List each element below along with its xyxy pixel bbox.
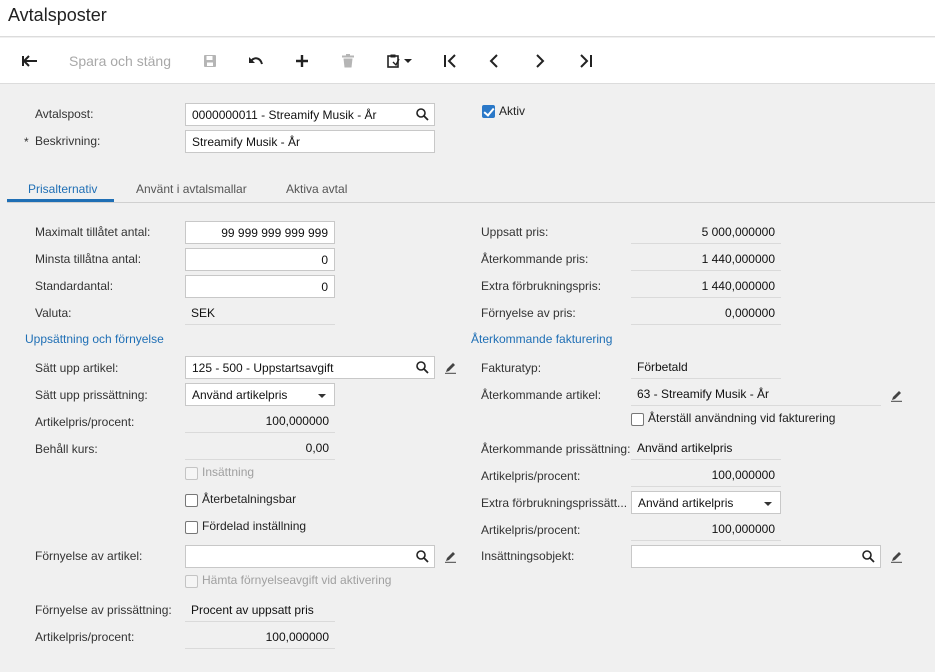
- active-tab-indicator: [7, 199, 114, 202]
- deposit-object-label: Insättningsobjekt:: [481, 549, 575, 563]
- extra-usage-pricing-value: Använd artikelpris: [638, 495, 734, 510]
- deposit-label: Insättning: [202, 465, 255, 479]
- search-icon[interactable]: [416, 550, 429, 566]
- renewal-pricing-label: Förnyelse av prissättning:: [35, 603, 172, 617]
- min-qty-field[interactable]: 0: [185, 248, 335, 271]
- renewal-fee-checkbox[interactable]: [185, 575, 198, 588]
- currency-value: SEK: [185, 302, 335, 325]
- active-checkbox[interactable]: [482, 105, 495, 118]
- currency-label: Valuta:: [35, 306, 72, 320]
- keep-rate-value: 0,00: [185, 437, 335, 460]
- trash-icon[interactable]: [334, 46, 362, 76]
- back-arrow-icon[interactable]: [16, 46, 44, 76]
- recurring-pct-value: 100,000000: [631, 464, 781, 487]
- tab-used-in-templates[interactable]: Använt i avtalsmallar: [136, 182, 247, 196]
- contract-item-label: Avtalspost:: [35, 107, 94, 121]
- renewal-pct-label: Artikelpris/procent:: [35, 630, 135, 644]
- active-label: Aktiv: [499, 104, 526, 118]
- max-qty-label: Maximalt tillåtet antal:: [35, 225, 151, 239]
- recurring-billing-section: Återkommande fakturering: [471, 332, 613, 346]
- save-and-close-label: Spara och stäng: [69, 53, 171, 69]
- edit-pencil-icon[interactable]: [444, 361, 457, 377]
- search-icon[interactable]: [862, 550, 875, 566]
- invoice-type-value: Förbetald: [631, 356, 781, 379]
- extra-usage-pricing-label: Extra förbrukningsprissätt...: [481, 496, 628, 510]
- recurring-pricing-label: Återkommande prissättning:: [481, 442, 631, 456]
- renewal-item-field[interactable]: [185, 545, 435, 568]
- undo-icon[interactable]: [242, 46, 270, 76]
- edit-pencil-icon[interactable]: [890, 389, 903, 405]
- chevron-down-icon: [764, 502, 772, 506]
- prorated-label: Fördelad inställning: [202, 519, 307, 533]
- max-qty-field[interactable]: 99 999 999 999 999: [185, 221, 335, 244]
- save-and-close-button[interactable]: Spara och stäng: [62, 46, 178, 76]
- recurring-pct-label: Artikelpris/procent:: [481, 469, 581, 483]
- setup-item-field[interactable]: 125 - 500 - Uppstartsavgift: [185, 356, 435, 379]
- tab-active-contracts[interactable]: Aktiva avtal: [286, 182, 347, 196]
- recurring-price-value: 1 440,000000: [631, 248, 781, 271]
- tab-price-options[interactable]: Prisalternativ: [28, 182, 97, 196]
- tab-bar: Prisalternativ Använt i avtalsmallar Akt…: [7, 175, 935, 203]
- clipboard-icon[interactable]: [380, 46, 420, 76]
- recurring-pricing-value: Använd artikelpris: [631, 437, 781, 460]
- extra-usage-price-value: 1 440,000000: [631, 275, 781, 298]
- keep-rate-label: Behåll kurs:: [35, 442, 98, 456]
- first-record-icon[interactable]: [436, 46, 464, 76]
- plus-icon[interactable]: [288, 46, 316, 76]
- renewal-item-label: Förnyelse av artikel:: [35, 549, 143, 563]
- setup-pricing-label: Sätt upp prissättning:: [35, 388, 148, 402]
- form-area: Avtalspost: 0000000011 - Streamify Musik…: [7, 85, 935, 672]
- renewal-pct-value: 100,000000: [185, 626, 335, 649]
- renewal-price-label: Förnyelse av pris:: [481, 306, 576, 320]
- setup-pricing-value: Använd artikelpris: [192, 387, 288, 402]
- chevron-right-icon[interactable]: [526, 46, 554, 76]
- setup-price-label: Uppsatt pris:: [481, 225, 549, 239]
- extra-pct-value: 100,000000: [631, 518, 781, 541]
- item-price-pct-label: Artikelpris/procent:: [35, 415, 135, 429]
- recurring-item-value[interactable]: 63 - Streamify Musik - År: [631, 383, 881, 406]
- save-icon[interactable]: [196, 46, 224, 76]
- setup-renewal-section: Uppsättning och förnyelse: [25, 332, 164, 346]
- edit-pencil-icon[interactable]: [890, 550, 903, 566]
- title-bar: Avtalsposter: [0, 0, 935, 37]
- page-title: Avtalsposter: [8, 5, 107, 25]
- prorated-checkbox[interactable]: [185, 521, 198, 534]
- refundable-label: Återbetalningsbar: [202, 492, 297, 506]
- renewal-pricing-value: Procent av uppsatt pris: [185, 599, 335, 622]
- setup-item-label: Sätt upp artikel:: [35, 361, 119, 375]
- setup-item-value: 125 - 500 - Uppstartsavgift: [192, 360, 334, 375]
- recurring-price-label: Återkommande pris:: [481, 252, 589, 266]
- search-icon[interactable]: [416, 108, 429, 124]
- extra-pct-label: Artikelpris/procent:: [481, 523, 581, 537]
- chevron-left-icon[interactable]: [480, 46, 508, 76]
- refundable-checkbox[interactable]: [185, 494, 198, 507]
- setup-price-value: 5 000,000000: [631, 221, 781, 244]
- default-qty-field[interactable]: 0: [185, 275, 335, 298]
- required-mark: *: [24, 135, 29, 149]
- chevron-down-icon: [318, 394, 326, 398]
- edit-pencil-icon[interactable]: [444, 550, 457, 566]
- reset-usage-label: Återställ användning vid fakturering: [648, 411, 836, 425]
- deposit-object-field[interactable]: [631, 545, 881, 568]
- renewal-price-value: 0,000000: [631, 302, 781, 325]
- description-label: Beskrivning:: [35, 134, 101, 148]
- min-qty-label: Minsta tillåtna antal:: [35, 252, 142, 266]
- search-icon[interactable]: [416, 361, 429, 377]
- extra-usage-price-label: Extra förbrukningspris:: [481, 279, 602, 293]
- invoice-type-label: Fakturatyp:: [481, 361, 542, 375]
- recurring-item-label: Återkommande artikel:: [481, 388, 602, 402]
- setup-pricing-select[interactable]: Använd artikelpris: [185, 383, 335, 406]
- extra-usage-pricing-select[interactable]: Använd artikelpris: [631, 491, 781, 514]
- contract-item-value: 0000000011 - Streamify Musik - År: [192, 107, 377, 122]
- item-price-pct-value: 100,000000: [185, 410, 335, 433]
- renewal-fee-label: Hämta förnyelseavgift vid aktivering: [202, 573, 392, 587]
- deposit-checkbox[interactable]: [185, 467, 198, 480]
- reset-usage-checkbox[interactable]: [631, 413, 644, 426]
- toolbar: Spara och stäng: [0, 38, 935, 84]
- default-qty-label: Standardantal:: [35, 279, 114, 293]
- description-field[interactable]: Streamify Musik - År: [185, 130, 435, 153]
- contract-item-field[interactable]: 0000000011 - Streamify Musik - År: [185, 103, 435, 126]
- last-record-icon[interactable]: [572, 46, 600, 76]
